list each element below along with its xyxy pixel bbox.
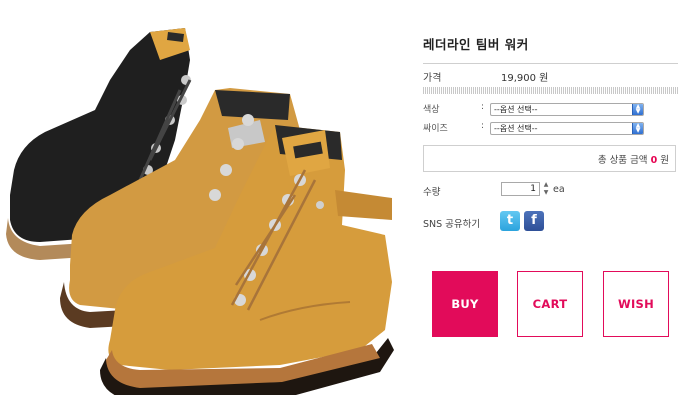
product-image <box>0 20 400 395</box>
product-title: 레더라인 팀버 워커 <box>423 37 529 52</box>
quantity-input[interactable]: 1 <box>501 182 540 196</box>
total-price-text: 총 상품 금액 0 원 <box>598 152 669 166</box>
size-option-colon: : <box>481 121 485 131</box>
total-unit: 원 <box>660 155 669 166</box>
select-arrow-icon: ▲ ▼ <box>632 123 643 134</box>
quantity-unit: ea <box>553 184 565 195</box>
color-select-value: --옵션 선택-- <box>494 105 538 114</box>
size-select[interactable]: --옵션 선택-- ▲ ▼ <box>490 122 644 135</box>
sns-share-label: SNS 공유하기 <box>423 219 481 230</box>
price-value: 19,900 원 <box>501 73 549 84</box>
color-option-label: 색상 <box>423 105 440 115</box>
price-label: 가격 <box>423 73 442 84</box>
buy-button[interactable]: BUY <box>432 271 498 337</box>
wish-button[interactable]: WISH <box>603 271 669 337</box>
boots-illustration <box>6 28 394 395</box>
size-option-label: 싸이즈 <box>423 124 448 134</box>
size-select-value: --옵션 선택-- <box>494 124 538 133</box>
color-select[interactable]: --옵션 선택-- ▲ ▼ <box>490 103 644 116</box>
total-label: 총 상품 금액 <box>597 155 648 166</box>
total-price-box: 총 상품 금액 0 원 <box>423 145 676 172</box>
color-option-colon: : <box>481 102 485 112</box>
quantity-decrease-icon[interactable]: ▼ <box>542 189 550 196</box>
quantity-increase-icon[interactable]: ▲ <box>542 181 550 188</box>
total-amount: 0 <box>650 155 658 166</box>
title-divider <box>423 63 678 64</box>
quantity-label: 수량 <box>423 187 441 198</box>
twitter-icon[interactable]: t <box>500 211 520 231</box>
product-info: 레더라인 팀버 워커 가격 19,900 원 색상 : --옵션 선택-- ▲ ▼… <box>423 0 678 403</box>
facebook-icon[interactable]: f <box>524 211 544 231</box>
cart-button[interactable]: CART <box>517 271 583 337</box>
select-arrow-icon: ▲ ▼ <box>632 104 643 115</box>
dotted-divider <box>423 87 678 94</box>
